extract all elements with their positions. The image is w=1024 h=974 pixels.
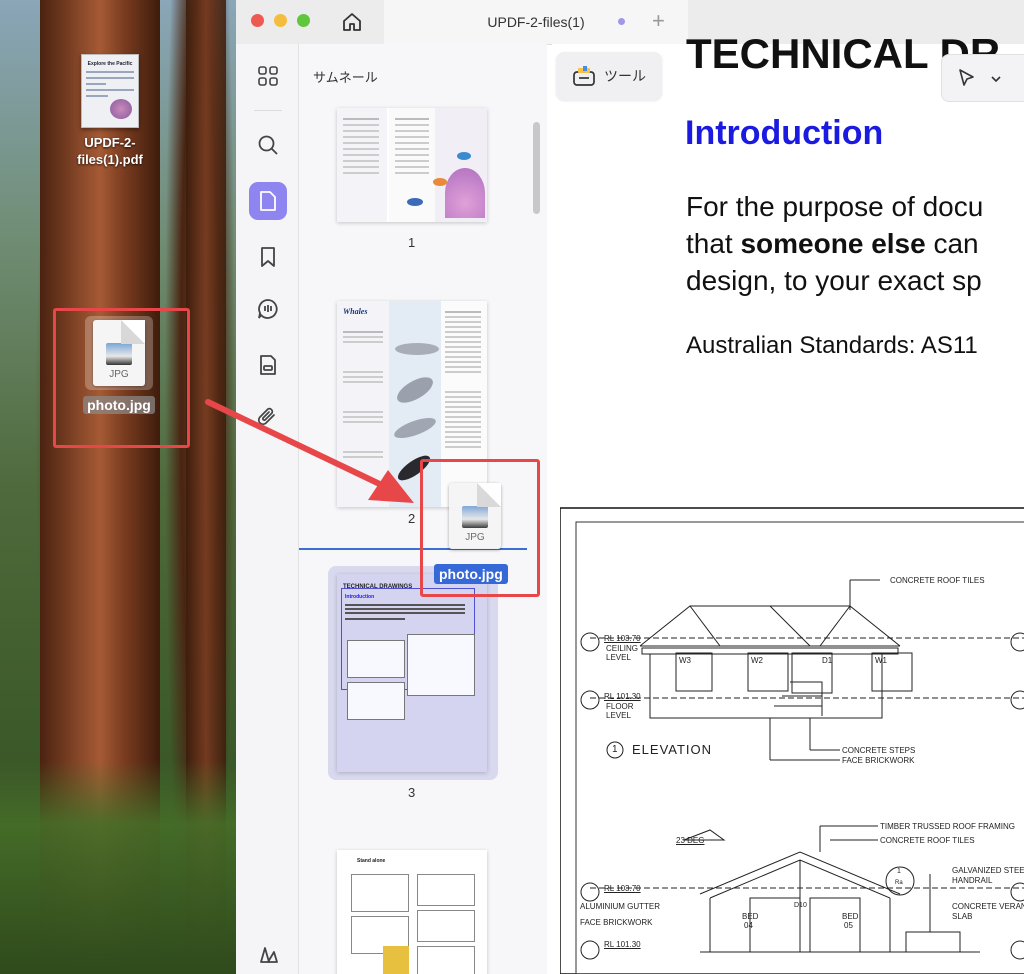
label-bed-05-num: 05 — [844, 921, 853, 930]
label-rl-floor: RL 101.30 — [604, 692, 641, 701]
bookmark-icon[interactable] — [249, 238, 287, 276]
label-elevation: ELEVATION — [632, 742, 713, 757]
label-handrail: HANDRAIL — [952, 876, 993, 885]
label-aluminium-gutter: ALUMINIUM GUTTER — [580, 902, 660, 911]
doc-body-bold: someone else — [740, 228, 926, 259]
jpg-file-name: photo.jpg — [83, 396, 155, 414]
left-sidebar — [236, 44, 299, 974]
pdf-file-label-line2: files(1).pdf — [77, 152, 143, 167]
doc-standards-line: Australian Standards: AS11 — [686, 332, 978, 359]
close-window-button[interactable] — [251, 14, 264, 27]
doc-heading-introduction: Introduction — [685, 114, 884, 152]
page-number-1: 1 — [408, 235, 416, 250]
tools-label: ツール — [604, 68, 646, 84]
pdf-thumb-title: Explore the Pacific — [87, 61, 133, 67]
label-elevation-number: 1 — [612, 744, 618, 755]
dragged-jpg-ghost[interactable]: JPG — [449, 483, 501, 549]
label-timber-framing: TIMBER TRUSSED ROOF FRAMING — [880, 822, 1015, 831]
label-w3: W3 — [679, 656, 691, 665]
layers-icon[interactable] — [249, 936, 287, 974]
label-ceiling: CEILING — [606, 644, 639, 653]
document-tab[interactable]: UPDF-2-files(1) — [384, 0, 688, 44]
label-23-deg: 23 DEG — [676, 836, 705, 845]
label-rl-101-section: RL 101.30 — [604, 940, 641, 949]
search-icon[interactable] — [249, 126, 287, 164]
thumbnail-panel-title: サムネール — [313, 70, 378, 85]
pdf-file-label: UPDF-2- files(1).pdf — [77, 134, 143, 168]
jpg-file-icon: JPG — [93, 320, 145, 386]
label-galvanized-steel: GALVANIZED STEEL — [952, 866, 1024, 875]
app-window: UPDF-2-files(1) + サムネール 1 Whales 2 TECHN… — [236, 0, 1024, 974]
thumbnail-scrollbar[interactable] — [533, 122, 540, 214]
doc-body-line-1: For the purpose of docu — [686, 191, 984, 222]
page-thumbnail-3[interactable]: TECHNICAL DRAWINGS Introduction — [337, 574, 487, 772]
desktop-pdf-file[interactable]: Explore the Pacific UPDF-2- files(1).pdf — [60, 54, 160, 168]
doc-body-line-3: design, to your exact sp — [686, 265, 982, 296]
jpg-preview-image — [106, 343, 132, 365]
label-concrete-veranda: CONCRETE VERANDA — [952, 902, 1024, 911]
page-2-heading: Whales — [343, 307, 368, 316]
cursor-arrow-icon — [959, 69, 974, 86]
label-ceiling-level: LEVEL — [606, 653, 631, 662]
label-d10: D10 — [794, 902, 807, 909]
label-face-brickwork: FACE BRICKWORK — [842, 756, 915, 765]
pdf-file-label-line1: UPDF-2- — [84, 135, 136, 150]
select-tool-button[interactable] — [941, 54, 1024, 102]
label-section-den: Ra — [895, 880, 903, 886]
minimize-window-button[interactable] — [274, 14, 287, 27]
technical-drawing: CONCRETE ROOF TILES RL 103.70 CEILING LE… — [559, 506, 1024, 974]
desktop-jpg-file[interactable]: JPG photo.jpg — [74, 316, 164, 414]
new-tab-button[interactable]: + — [652, 8, 665, 34]
toolbox-icon — [573, 66, 595, 86]
label-concrete-roof-tiles: CONCRETE ROOF TILES — [890, 576, 985, 585]
page-number-3: 3 — [408, 785, 416, 800]
label-face-brickwork-2: FACE BRICKWORK — [580, 918, 653, 927]
doc-body-line-2: that someone else can — [686, 225, 983, 262]
tab-unsaved-dot — [618, 18, 625, 25]
page-4-heading: Stand alone — [357, 858, 386, 864]
zoom-window-button[interactable] — [297, 14, 310, 27]
attachment-icon[interactable] — [249, 398, 287, 436]
dragged-jpg-icon: JPG — [449, 483, 501, 549]
tools-button[interactable]: ツール — [556, 52, 662, 100]
chevron-down-icon — [991, 76, 1001, 83]
page-thumbnail-4[interactable]: Stand alone — [337, 850, 487, 974]
label-concrete-steps: CONCRETE STEPS — [842, 746, 916, 755]
comment-icon[interactable] — [249, 290, 287, 328]
doc-body-line-2-pre: that — [686, 228, 741, 259]
pdf-file-thumbnail: Explore the Pacific — [81, 54, 139, 128]
label-w1: W1 — [875, 656, 887, 665]
dragged-jpg-ext: JPG — [465, 532, 485, 543]
label-bed-04: BED — [742, 912, 759, 921]
label-concrete-roof-tiles-2: CONCRETE ROOF TILES — [880, 836, 975, 845]
label-floor: FLOOR — [606, 702, 634, 711]
home-icon[interactable] — [339, 9, 365, 35]
jpg-icon-highlight: JPG — [85, 316, 153, 390]
label-d1: D1 — [822, 656, 833, 665]
tab-title: UPDF-2-files(1) — [487, 14, 585, 30]
label-rl-103-section: RL 103.70 — [604, 884, 641, 893]
label-slab: SLAB — [952, 912, 973, 921]
thumbnail-panel-icon[interactable] — [249, 182, 287, 220]
label-rl-ceiling: RL 103.70 — [604, 634, 641, 643]
jpg-ext-label: JPG — [109, 369, 129, 380]
grid-view-icon[interactable] — [249, 57, 287, 95]
label-floor-level: LEVEL — [606, 711, 631, 720]
doc-body-line-2-post: can — [925, 228, 979, 259]
dragged-jpg-preview — [462, 506, 488, 528]
forest-floor — [0, 760, 236, 974]
dragged-file-name: photo.jpg — [434, 564, 508, 584]
label-bed-04-num: 04 — [744, 921, 753, 930]
label-w2: W2 — [751, 656, 763, 665]
form-field-icon[interactable] — [249, 346, 287, 384]
label-bed-05: BED — [842, 912, 859, 921]
page-number-2: 2 — [408, 511, 416, 526]
page-thumbnail-1[interactable] — [337, 108, 487, 222]
label-section-num: 1 — [897, 868, 901, 875]
doc-body-paragraph: For the purpose of docu that someone els… — [686, 188, 983, 299]
